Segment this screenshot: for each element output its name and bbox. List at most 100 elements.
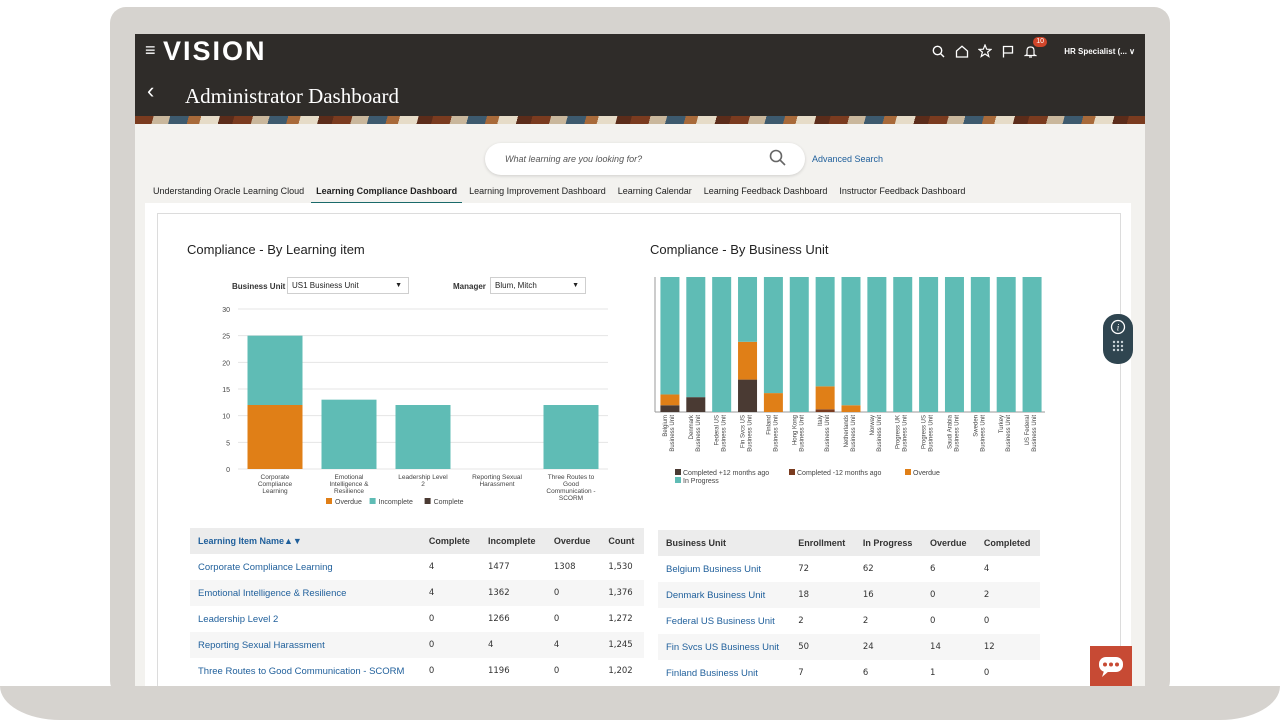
x-tick-label: Belgium: [663, 415, 669, 437]
business-unit-link[interactable]: Finland Business Unit: [658, 660, 790, 686]
cell-incomplete: 1266: [487, 614, 510, 624]
x-tick-label: Leadership Level: [398, 474, 448, 481]
column-overdue[interactable]: Overdue: [545, 528, 601, 554]
x-tick-label: US Federal: [1025, 415, 1031, 445]
table-row: Emotional Intelligence & Resilience 4 13…: [190, 580, 644, 606]
tab-instructor-feedback-dashboard[interactable]: Instructor Feedback Dashboard: [839, 186, 965, 204]
cell-in-progress: 2: [862, 616, 869, 626]
tab-understanding-oracle-learning-cloud[interactable]: Understanding Oracle Learning Cloud: [153, 186, 304, 204]
cell-complete: 0: [428, 614, 435, 624]
learning-item-link[interactable]: Reporting Sexual Harassment: [190, 632, 421, 658]
home-icon[interactable]: [950, 41, 973, 61]
bar-in-progress: [815, 277, 835, 387]
legend-swatch-overdue: [905, 469, 911, 475]
business-unit-select-value: US1 Business Unit: [292, 281, 359, 290]
cell-incomplete: 1362: [479, 580, 546, 606]
y-tick-label: 10: [222, 414, 230, 421]
dashboard-panel: Compliance - By Learning item Compliance…: [145, 203, 1131, 686]
chat-button[interactable]: [1090, 646, 1132, 686]
manager-select[interactable]: Blum, Mitch ▼: [490, 277, 586, 294]
bar-in-progress: [996, 277, 1016, 412]
tab-learning-calendar[interactable]: Learning Calendar: [618, 186, 692, 204]
legend-swatch-in-progress: [675, 477, 681, 483]
x-tick-label: Saudi Arabia: [947, 414, 953, 449]
page-title: Administrator Dashboard: [185, 84, 400, 108]
cell-in-progress: 16: [854, 582, 923, 608]
column-enrollment[interactable]: Enrollment: [790, 530, 855, 556]
cell-completed: 4: [983, 564, 990, 574]
column-complete[interactable]: Complete: [420, 528, 480, 554]
legend-swatch-completed-12-months-ago: [675, 469, 681, 475]
advanced-search-link[interactable]: Advanced Search: [812, 154, 883, 164]
learning-item-chart-title: Compliance - By Learning item: [187, 242, 365, 257]
tab-learning-feedback-dashboard[interactable]: Learning Feedback Dashboard: [704, 186, 828, 204]
search-icon[interactable]: [927, 41, 950, 61]
manager-filter-label: Manager: [453, 282, 486, 291]
search-input[interactable]: [505, 151, 755, 167]
learning-item-link[interactable]: Corporate Compliance Learning: [190, 554, 421, 580]
cell-incomplete: 4: [479, 632, 546, 658]
cell-in-progress: 6: [862, 668, 869, 678]
business-unit-select[interactable]: US1 Business Unit ▼: [287, 277, 409, 294]
search-icon[interactable]: [768, 148, 788, 168]
table-row: Denmark Business Unit 18 16 0 2: [658, 582, 1040, 608]
learning-item-link[interactable]: Three Routes to Good Communication - SCO…: [190, 658, 421, 684]
column-overdue[interactable]: Overdue: [922, 530, 976, 556]
cell-incomplete: 1196: [487, 666, 510, 676]
column-incomplete[interactable]: Incomplete: [479, 528, 546, 554]
x-tick-label: Business Unit: [1032, 415, 1038, 452]
chat-bubble-icon: [1099, 657, 1123, 677]
business-unit-link[interactable]: Belgium Business Unit: [658, 556, 790, 582]
star-icon[interactable]: [973, 41, 996, 61]
cell-overdue: 14: [922, 634, 976, 660]
y-tick-label: 30: [222, 307, 230, 314]
x-tick-label: Resilience: [334, 488, 364, 495]
column-completed[interactable]: Completed: [975, 530, 1040, 556]
cell-incomplete: 1477: [487, 562, 510, 572]
legend-swatch-overdue: [326, 498, 332, 504]
column-learning-item-name[interactable]: Learning Item Name▲▼: [190, 528, 421, 554]
x-tick-label: Fin Svcs US: [741, 415, 747, 448]
learning-item-chart: 0 5 10 15 20 25 30 CorporateComplianceLearning E…: [222, 307, 608, 506]
hamburger-icon[interactable]: ≡: [145, 40, 156, 61]
cell-enrollment: 2: [798, 616, 804, 626]
business-unit-link[interactable]: Federal US Business Unit: [658, 608, 790, 634]
learning-item-link[interactable]: Leadership Level 2: [190, 606, 421, 632]
column-business-unit[interactable]: Business Unit: [658, 530, 791, 556]
cell-in-progress: 24: [854, 634, 923, 660]
cell-enrollment: 7: [798, 668, 804, 678]
column-count[interactable]: Count: [600, 528, 644, 554]
bar-overdue: [247, 405, 303, 469]
table-row: Corporate Compliance Learning 4 1477 130…: [190, 554, 644, 580]
column-in-progress[interactable]: In Progress: [854, 530, 923, 556]
bar-in-progress: [944, 277, 964, 412]
bell-icon[interactable]: 10: [1019, 37, 1048, 61]
x-tick-label: Intelligence &: [329, 481, 369, 488]
x-tick-label: Communication -: [546, 488, 595, 495]
cell-complete: 4: [420, 580, 480, 606]
back-chevron-icon[interactable]: ‹: [147, 78, 154, 104]
table-row: Leadership Level 2 0 1266 0 1,272: [190, 606, 644, 632]
bar-in-progress: [919, 277, 939, 412]
bar-in-progress: [893, 277, 913, 412]
x-tick-label: Progress US: [922, 415, 928, 449]
tab-learning-compliance-dashboard[interactable]: Learning Compliance Dashboard: [311, 186, 463, 204]
tab-learning-improvement-dashboard[interactable]: Learning Improvement Dashboard: [469, 186, 606, 204]
cell-overdue: 4: [545, 632, 601, 658]
flag-icon[interactable]: [996, 41, 1019, 61]
user-menu[interactable]: HR Specialist (... ∨: [1064, 47, 1135, 56]
app-logo[interactable]: VISION: [163, 36, 267, 67]
business-unit-link[interactable]: Denmark Business Unit: [658, 582, 791, 608]
header-actions: 10 HR Specialist (... ∨: [927, 37, 1145, 62]
x-tick-label: Netherlands: [844, 415, 850, 447]
x-tick-label: Sweden: [973, 415, 979, 437]
info-panel-toggle[interactable]: i: [1103, 314, 1133, 364]
business-unit-link[interactable]: Fin Svcs US Business Unit: [658, 634, 791, 660]
x-tick-label: Business Unit: [980, 415, 986, 452]
cell-completed: 0: [983, 616, 990, 626]
app-header: ≡ VISION ‹ Administrator Dashboard 10 HR…: [135, 34, 1145, 116]
x-tick-label: Good: [563, 481, 579, 488]
cell-overdue: 0: [545, 580, 601, 606]
learning-item-link[interactable]: Emotional Intelligence & Resilience: [190, 580, 421, 606]
table-row: Reporting Sexual Harassment 0 4 4 1,245: [190, 632, 644, 658]
